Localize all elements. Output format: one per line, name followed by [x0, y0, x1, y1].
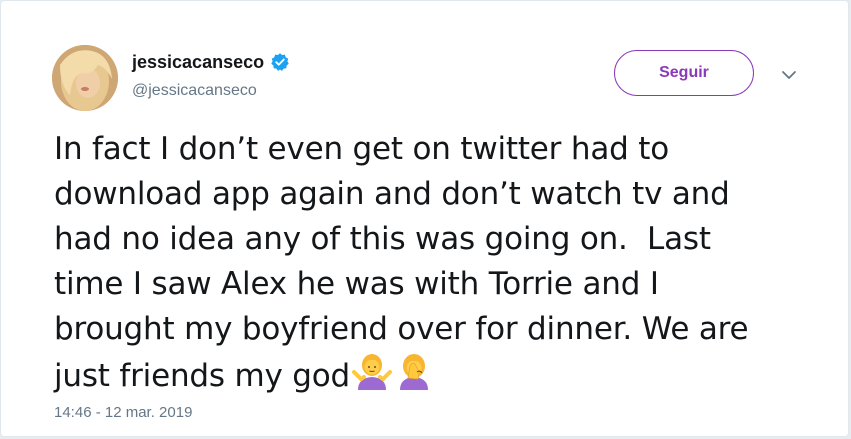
- verified-badge-icon: [270, 52, 290, 72]
- woman-facepalming-emoji-icon: [394, 352, 434, 392]
- display-name[interactable]: jessicacanseco: [132, 51, 264, 73]
- tweet-line-text: just friends my god: [54, 358, 351, 394]
- avatar[interactable]: [52, 45, 118, 111]
- author-name-row[interactable]: jessicacanseco: [132, 51, 290, 73]
- tweet-line: had no idea any of this was going on. La…: [54, 221, 711, 257]
- tweet-line: download app again and don’t watch tv an…: [54, 176, 730, 212]
- tweet-line: time I saw Alex he was with Torrie and I: [54, 266, 659, 302]
- follow-button[interactable]: Seguir: [614, 50, 754, 96]
- tweet-timestamp[interactable]: 14:46 - 12 mar. 2019: [54, 403, 192, 423]
- tweet-line: In fact I don’t even get on twitter had …: [54, 131, 669, 167]
- tweet-card: jessicacanseco @jessicacanseco Seguir In…: [0, 0, 849, 437]
- tweet-menu-button[interactable]: [777, 65, 801, 85]
- tweet-text: In fact I don’t even get on twitter had …: [54, 127, 814, 399]
- author-handle[interactable]: @jessicacanseco: [132, 81, 257, 101]
- tweet-line: brought my boyfriend over for dinner. We…: [54, 311, 749, 347]
- chevron-down-icon: [782, 71, 796, 79]
- tweet-line-last: just friends my god: [54, 352, 814, 399]
- woman-shrugging-emoji-icon: [352, 352, 393, 392]
